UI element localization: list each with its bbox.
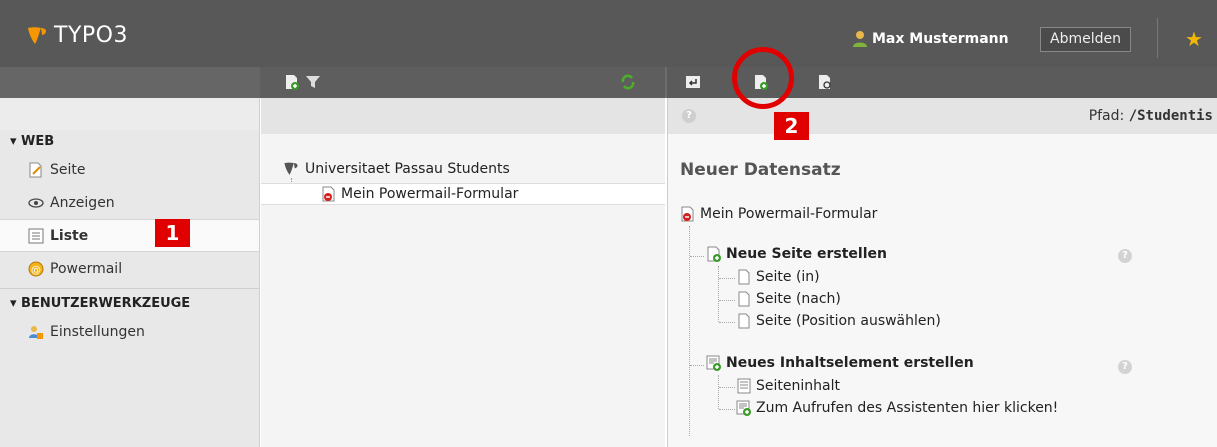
toolbar-divider: [1157, 18, 1158, 58]
link-label: Zum Aufrufen des Assistenten hier klicke…: [756, 400, 1059, 416]
section-new-page-title: Neue Seite erstellen: [726, 246, 887, 262]
module-item-seite[interactable]: Seite: [0, 153, 259, 186]
tree-connector: [719, 300, 735, 301]
new-content-icon: [736, 400, 752, 416]
user-icon: [853, 31, 867, 47]
annotation-circle: [732, 47, 794, 109]
page-icon: [736, 269, 752, 285]
module-menu: ▾ WEB Seite Anzeigen Liste @ Powermail ▾…: [0, 98, 260, 447]
user-settings-icon: [28, 324, 44, 340]
link-wizard[interactable]: Zum Aufrufen des Assistenten hier klicke…: [736, 400, 1058, 416]
docheader-tree-segment: [260, 67, 665, 98]
module-item-einstellungen[interactable]: Einstellungen: [0, 315, 259, 348]
link-seite-position[interactable]: Seite (Position auswählen): [736, 313, 941, 329]
link-seiteninhalt[interactable]: Seiteninhalt: [736, 378, 840, 394]
help-icon[interactable]: ?: [1118, 249, 1132, 263]
tree-connector: [689, 226, 690, 436]
user-menu[interactable]: Max Mustermann: [852, 30, 1009, 48]
section-new-page: Neue Seite erstellen: [706, 246, 887, 262]
page-edit-icon: [28, 162, 44, 178]
group-benutzerwerkzeuge-title[interactable]: ▾ BENUTZERWERKZEUGE: [0, 292, 259, 315]
new-page-icon[interactable]: [284, 74, 300, 90]
tree-connector: [718, 375, 719, 409]
user-name: Max Mustermann: [872, 31, 1009, 47]
svg-text:@: @: [31, 265, 41, 276]
path-label: Pfad:: [1088, 108, 1125, 124]
tree-connector: [719, 278, 735, 279]
path-value: /Studentis: [1128, 108, 1213, 124]
help-icon[interactable]: ?: [682, 109, 696, 123]
module-item-label: Liste: [50, 227, 89, 244]
link-seite-in[interactable]: Seite (in): [736, 269, 820, 285]
page-title: Neuer Datensatz: [680, 160, 841, 180]
page-hidden-icon: [680, 206, 696, 222]
page-icon: [736, 291, 752, 307]
link-seite-nach[interactable]: Seite (nach): [736, 291, 841, 307]
annotation-badge-1: 1: [155, 219, 190, 247]
typo3-logo-icon: [28, 26, 46, 44]
tree-connector: [719, 409, 735, 410]
link-label: Seite (in): [756, 269, 820, 285]
help-icon[interactable]: ?: [1118, 360, 1132, 374]
typo3-logo[interactable]: TYPO3: [26, 23, 128, 48]
view-page-icon[interactable]: [817, 74, 833, 90]
tree-connector: [690, 256, 704, 257]
new-content-icon: [706, 355, 722, 371]
annotation-badge-2: 2: [774, 112, 809, 140]
tree-root-label: Universitaet Passau Students: [305, 161, 510, 177]
module-item-label: Powermail: [50, 260, 123, 277]
group-web-title[interactable]: ▾ WEB: [0, 130, 259, 153]
typo3-root-icon: [284, 162, 298, 175]
module-item-anzeigen[interactable]: Anzeigen: [0, 186, 259, 219]
star-icon[interactable]: ★: [1185, 27, 1203, 51]
module-item-powermail[interactable]: @ Powermail: [0, 252, 259, 285]
page-icon: [736, 313, 752, 329]
module-item-liste[interactable]: Liste: [0, 219, 259, 252]
logout-button[interactable]: Abmelden: [1040, 27, 1131, 52]
tree-connector: [719, 322, 735, 323]
link-label: Seite (Position auswählen): [756, 313, 941, 329]
page-tree: Universitaet Passau Students Mein Powerm…: [261, 98, 665, 447]
link-label: Seiteninhalt: [756, 378, 840, 394]
eye-icon: [28, 195, 44, 211]
module-menu-divider: [0, 288, 259, 289]
module-menu-spacer: [0, 98, 259, 130]
tree-connector: [690, 365, 704, 366]
section-new-content: Neues Inhaltselement erstellen: [706, 355, 974, 371]
module-item-label: Anzeigen: [50, 194, 115, 211]
refresh-icon[interactable]: [620, 74, 636, 90]
new-page-icon: [706, 246, 722, 262]
top-bar: TYPO3 Max Mustermann Abmelden ★: [0, 0, 1217, 67]
link-label: Seite (nach): [756, 291, 841, 307]
module-item-label: Einstellungen: [50, 323, 145, 340]
go-back-icon[interactable]: [685, 74, 701, 90]
powermail-icon: @: [28, 261, 44, 277]
record-title: Mein Powermail-Formular: [680, 206, 877, 222]
tree-node-powermail-formular[interactable]: Mein Powermail-Formular: [261, 183, 665, 205]
content-element-icon: [736, 378, 752, 394]
tree-connector: [719, 387, 735, 388]
section-new-content-title: Neues Inhaltselement erstellen: [726, 355, 974, 371]
tree-root-node[interactable]: Universitaet Passau Students: [283, 161, 510, 177]
tree-node-label: Mein Powermail-Formular: [341, 186, 519, 202]
module-item-label: Seite: [50, 161, 86, 178]
content-frame: ? Pfad: /Studentis Neuer Datensatz Mein …: [667, 98, 1217, 447]
page-tree-header: [261, 98, 665, 134]
list-icon: [28, 228, 44, 244]
docheader-modmenu-segment: [0, 67, 260, 98]
filter-icon[interactable]: [305, 74, 321, 90]
page-hidden-icon: [322, 186, 335, 202]
docheader-bar: [0, 67, 1217, 98]
page-path: Pfad: /Studentis: [1089, 108, 1213, 124]
record-title-label: Mein Powermail-Formular: [700, 206, 878, 222]
tree-connector: [718, 266, 719, 322]
logo-text: TYPO3: [54, 23, 128, 48]
